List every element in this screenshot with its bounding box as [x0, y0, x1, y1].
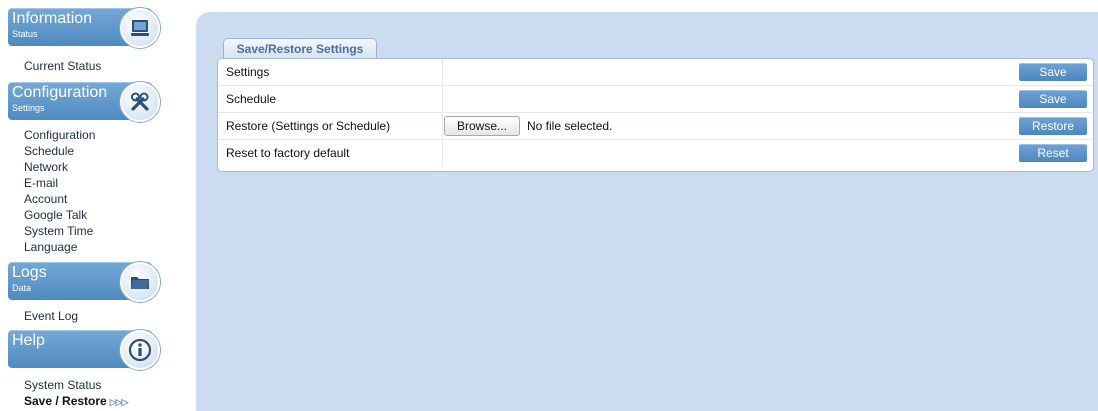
configuration-section-header[interactable]: Configuration Settings — [8, 82, 160, 122]
folder-icon — [120, 262, 160, 302]
section-title: Help — [12, 332, 45, 349]
tools-icon — [120, 82, 160, 122]
sidebar: Information Status Current Status Config… — [0, 0, 190, 411]
tab-save-restore-settings[interactable]: Save/Restore Settings — [223, 38, 377, 59]
save-settings-button[interactable]: Save — [1019, 63, 1087, 81]
monitor-icon — [120, 8, 160, 48]
nav-event-log[interactable]: Event Log — [24, 308, 78, 324]
section-subtitle: Settings — [12, 103, 45, 113]
column-divider — [442, 59, 443, 85]
main-panel: Save/Restore Settings Settings Save Sche… — [196, 12, 1098, 411]
save-schedule-button[interactable]: Save — [1019, 90, 1087, 108]
row-label: Reset to factory default — [226, 146, 350, 160]
nav-current-status[interactable]: Current Status — [24, 58, 101, 74]
nav-network[interactable]: Network — [24, 159, 95, 175]
nav-save-restore-label: Save / Restore — [24, 394, 107, 408]
nav-account[interactable]: Account — [24, 191, 95, 207]
information-section-header[interactable]: Information Status — [8, 8, 160, 48]
table-row: Restore (Settings or Schedule) Browse...… — [218, 113, 1093, 140]
information-nav: Current Status — [24, 58, 101, 74]
nav-configuration[interactable]: Configuration — [24, 127, 95, 143]
restore-button[interactable]: Restore — [1019, 117, 1087, 135]
section-title: Logs — [12, 264, 47, 281]
row-label: Restore (Settings or Schedule) — [226, 119, 391, 133]
row-label: Settings — [226, 65, 270, 79]
file-status-text: No file selected. — [527, 119, 613, 133]
nav-language[interactable]: Language — [24, 239, 95, 255]
nav-email[interactable]: E-mail — [24, 175, 95, 191]
table-row: Settings Save — [218, 59, 1093, 86]
nav-system-status[interactable]: System Status — [24, 377, 127, 393]
configuration-nav: Configuration Schedule Network E-mail Ac… — [24, 127, 95, 255]
nav-schedule[interactable]: Schedule — [24, 143, 95, 159]
table-row: Schedule Save — [218, 86, 1093, 113]
column-divider — [442, 140, 443, 166]
column-divider — [442, 86, 443, 112]
section-title: Configuration — [12, 84, 108, 101]
section-subtitle: Status — [12, 29, 38, 39]
help-section-header[interactable]: Help — [8, 330, 160, 370]
info-icon — [120, 330, 160, 370]
section-title: Information — [12, 10, 93, 27]
browse-button[interactable]: Browse... — [444, 116, 520, 136]
help-nav: System Status Save / Restore ▷▷▷ — [24, 377, 129, 410]
nav-save-restore[interactable]: Save / Restore ▷▷▷ — [24, 393, 129, 410]
table-row: Reset to factory default Reset — [218, 140, 1093, 166]
nav-google-talk[interactable]: Google Talk — [24, 207, 95, 223]
row-label: Schedule — [226, 92, 277, 106]
logs-nav: Event Log — [24, 308, 78, 324]
active-arrows-icon: ▷▷▷ — [109, 397, 129, 407]
settings-table: Settings Save Schedule Save Restore (Set… — [217, 58, 1094, 172]
column-divider — [442, 113, 443, 139]
reset-button[interactable]: Reset — [1019, 144, 1087, 162]
logs-section-header[interactable]: Logs Data — [8, 262, 160, 302]
section-subtitle: Data — [12, 283, 32, 293]
nav-system-time[interactable]: System Time — [24, 223, 95, 239]
